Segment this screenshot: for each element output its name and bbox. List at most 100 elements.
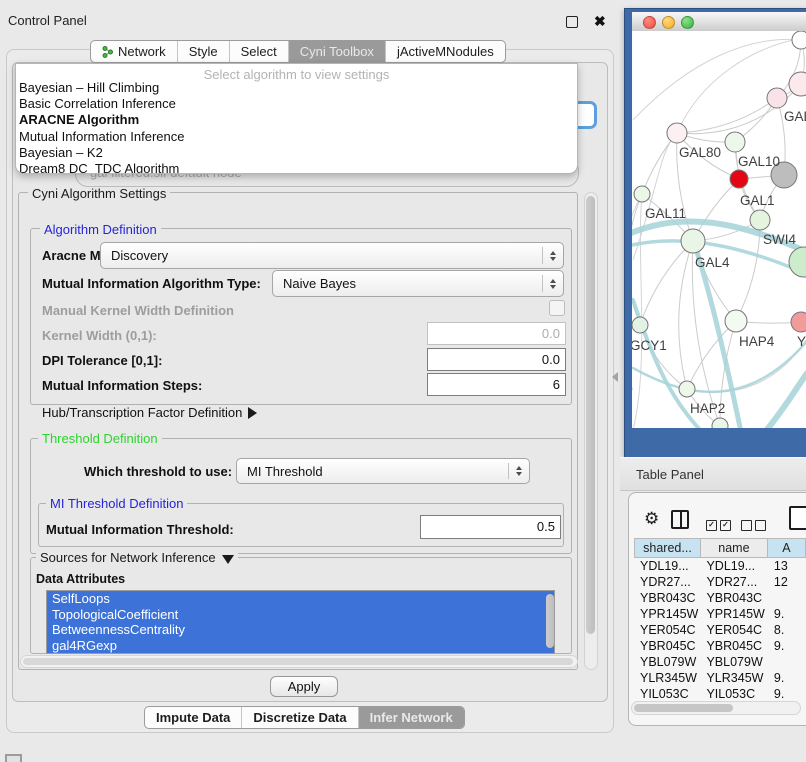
table-row[interactable]: YLR345WYLR345W9. xyxy=(634,670,806,686)
data-attribute-item[interactable]: TopologicalCoefficient xyxy=(47,607,554,623)
apply-button[interactable]: Apply xyxy=(270,676,338,697)
table-row[interactable]: YPR145WYPR145W9. xyxy=(634,606,806,622)
mi-type-combo[interactable]: Naive Bayes xyxy=(272,270,564,297)
algorithm-option[interactable]: Mutual Information Inference xyxy=(16,129,577,145)
algorithm-option[interactable]: Basic Correlation Inference xyxy=(16,96,577,112)
tab-network[interactable]: Network xyxy=(91,41,177,62)
tab-jactivemnodules[interactable]: jActiveMNodules xyxy=(385,41,505,62)
algorithm-option[interactable]: Bayesian – Hill Climbing xyxy=(16,80,577,96)
manual-kernel-checkbox[interactable] xyxy=(549,300,565,316)
algorithm-option[interactable]: ARACNE Algorithm xyxy=(16,112,577,128)
column-header[interactable]: shared... xyxy=(634,538,701,558)
data-attribute-item[interactable]: BetweennessCentrality xyxy=(47,622,554,638)
tab-select[interactable]: Select xyxy=(229,41,288,62)
network-node-gal[interactable] xyxy=(767,88,787,108)
splitter-handle[interactable] xyxy=(612,372,618,382)
table-hscrollbar[interactable] xyxy=(631,701,801,715)
table-hscrollbar-thumb[interactable] xyxy=(634,704,733,712)
column-header[interactable]: A xyxy=(768,538,806,558)
tab-style[interactable]: Style xyxy=(177,41,229,62)
grid-corner-icon[interactable] xyxy=(5,754,22,762)
column-header[interactable]: name xyxy=(701,538,768,558)
network-node-gal11[interactable] xyxy=(634,186,650,202)
network-node-gcy1[interactable] xyxy=(632,317,648,333)
which-threshold-combo[interactable]: MI Threshold xyxy=(236,458,530,484)
sources-group-toggle[interactable]: Sources for Network Inference xyxy=(36,550,238,565)
settings-hscrollbar-thumb[interactable] xyxy=(23,658,573,665)
table-row[interactable]: YDL19...YDL19...13 xyxy=(634,558,806,574)
tab-label: Style xyxy=(189,44,218,59)
gear-icon[interactable]: ⚙ xyxy=(644,510,659,527)
window-minimize-icon[interactable] xyxy=(662,16,675,29)
attributes-scrollbar-thumb[interactable] xyxy=(546,594,554,648)
tab-label: Network xyxy=(118,44,166,59)
mi-steps-field[interactable]: 6 xyxy=(427,373,566,396)
network-node-swi4[interactable] xyxy=(750,210,770,230)
window-zoom-icon[interactable] xyxy=(681,16,694,29)
table-row[interactable]: YIL053CYIL053C9. xyxy=(634,686,806,702)
expand-right-icon[interactable] xyxy=(248,407,257,419)
settings-hscrollbar[interactable] xyxy=(20,655,578,668)
which-threshold-value: MI Threshold xyxy=(237,464,508,479)
network-node-label: SWI4 xyxy=(763,232,796,247)
algorithm-definition-title: Algorithm Definition xyxy=(40,222,161,237)
table-row[interactable]: YBR043CYBR043C xyxy=(634,590,806,606)
data-attribute-item[interactable]: gal4RGexp xyxy=(47,638,554,654)
network-node[interactable] xyxy=(792,31,806,49)
mi-threshold-field[interactable]: 0.5 xyxy=(420,515,561,539)
hub-definition-toggle[interactable]: Hub/Transcription Factor Definition xyxy=(42,405,257,420)
table-cell: YPR145W xyxy=(700,606,767,622)
table-cell: 8. xyxy=(768,622,806,638)
settings-scrollbar-thumb[interactable] xyxy=(586,196,595,634)
data-attributes-list[interactable]: SelfLoopsTopologicalCoefficientBetweenne… xyxy=(46,590,555,654)
tab-impute-data[interactable]: Impute Data xyxy=(145,707,241,728)
network-node-y[interactable] xyxy=(791,312,806,332)
document-icon[interactable] xyxy=(789,506,806,530)
float-icon[interactable] xyxy=(566,16,578,28)
tab-label: Select xyxy=(241,44,277,59)
mi-type-label: Mutual Information Algorithm Type: xyxy=(42,276,261,291)
network-edge xyxy=(642,133,677,194)
table-row[interactable]: YER054CYER054C8. xyxy=(634,622,806,638)
split-columns-icon[interactable] xyxy=(671,510,689,529)
table-cell: YBL079W xyxy=(700,654,767,670)
collapse-down-icon[interactable] xyxy=(222,555,234,564)
algorithm-option[interactable]: Dream8 DC_TDC Algorithm xyxy=(16,161,577,174)
aracne-mode-value: Discovery xyxy=(101,248,542,263)
tab-discretize-data[interactable]: Discretize Data xyxy=(241,707,357,728)
table-cell: YLR345W xyxy=(634,670,700,686)
table-row[interactable]: YBR045CYBR045C9. xyxy=(634,638,806,654)
close-icon[interactable]: ✖ xyxy=(594,15,606,27)
data-attribute-item[interactable]: SelfLoops xyxy=(47,591,554,607)
table-row[interactable]: YDR27...YDR27...12 xyxy=(634,574,806,590)
network-node-label: HAP2 xyxy=(690,401,725,416)
tab-infer-network[interactable]: Infer Network xyxy=(358,707,464,728)
algorithm-option[interactable]: Bayesian – K2 xyxy=(16,145,577,161)
table-cell: YDL19... xyxy=(700,558,767,574)
table-cell: YBL079W xyxy=(634,654,700,670)
deselect-all-icon[interactable] xyxy=(741,514,766,532)
network-node-gal10[interactable] xyxy=(725,132,745,152)
network-node-gal1[interactable] xyxy=(730,170,748,188)
network-canvas[interactable]: GALGAL80GAL10GAL1GAL11SWI4GAL4HAP4YGCY1H… xyxy=(632,31,806,428)
table-cell: YPR145W xyxy=(634,606,700,622)
network-node-gal80[interactable] xyxy=(667,123,687,143)
tab-cyni-toolbox[interactable]: Cyni Toolbox xyxy=(288,41,385,62)
network-node-gal4[interactable] xyxy=(681,229,705,253)
dpi-tolerance-field[interactable]: 0.0 xyxy=(427,348,566,371)
table-cell: YIL053C xyxy=(634,686,700,702)
aracne-mode-combo[interactable]: Discovery xyxy=(100,242,564,269)
table-cell: 9. xyxy=(768,638,806,654)
window-close-icon[interactable] xyxy=(643,16,656,29)
network-node[interactable] xyxy=(789,72,806,96)
select-all-icon[interactable]: ✓✓ xyxy=(706,514,731,532)
network-node[interactable] xyxy=(789,247,806,277)
settings-scrollbar[interactable] xyxy=(584,192,598,670)
table-cell xyxy=(768,590,806,606)
network-node-hap2[interactable] xyxy=(679,381,695,397)
network-node-label: GAL80 xyxy=(679,145,721,160)
network-node[interactable] xyxy=(712,418,728,428)
table-row[interactable]: YBL079WYBL079W xyxy=(634,654,806,670)
network-node-hap4[interactable] xyxy=(725,310,747,332)
network-window-titlebar[interactable] xyxy=(632,12,806,32)
